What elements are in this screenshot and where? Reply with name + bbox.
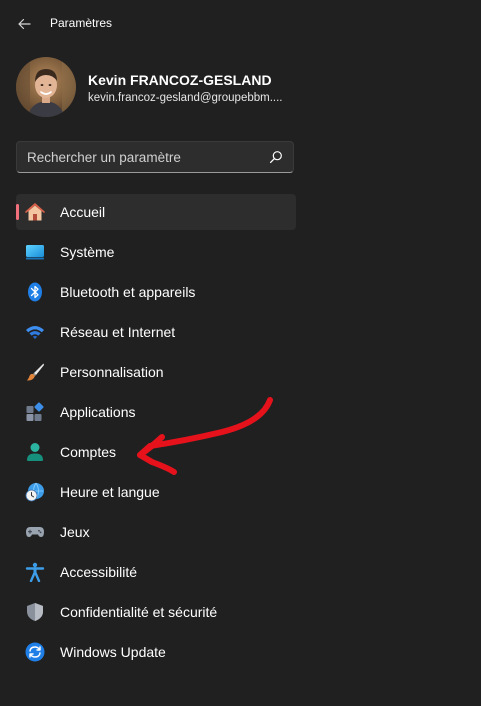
nav-label: Accueil: [60, 204, 106, 220]
nav-label: Jeux: [60, 524, 90, 540]
brush-icon: [27, 363, 44, 381]
search-icon[interactable]: [269, 150, 283, 164]
nav-label: Bluetooth et appareils: [60, 284, 196, 300]
home-icon: [25, 203, 45, 221]
nav-item-applications[interactable]: Applications: [16, 394, 296, 430]
nav-label: Réseau et Internet: [60, 324, 176, 340]
clock-globe-icon: [25, 482, 44, 502]
nav-item-personnalisation[interactable]: Personnalisation: [16, 354, 296, 390]
nav-item-bluetooth[interactable]: Bluetooth et appareils: [16, 274, 296, 310]
settings-window: Paramètres Kevin FRANCOZ-GESLAND kevin.f…: [0, 0, 481, 706]
nav-item-reseau[interactable]: Réseau et Internet: [16, 314, 296, 350]
gamepad-icon: [26, 527, 44, 537]
nav-item-accueil[interactable]: Accueil: [16, 194, 296, 230]
nav-label: Comptes: [60, 444, 117, 460]
wifi-icon: [26, 326, 44, 339]
nav-item-comptes[interactable]: Comptes: [16, 434, 296, 470]
user-name: Kevin FRANCOZ-GESLAND: [88, 72, 272, 88]
nav-label: Système: [60, 244, 115, 260]
nav-label: Heure et langue: [60, 484, 160, 500]
account-icon: [27, 443, 43, 461]
user-profile[interactable]: Kevin FRANCOZ-GESLAND kevin.francoz-gesl…: [16, 57, 466, 117]
window-title: Paramètres: [50, 16, 113, 30]
avatar[interactable]: [16, 57, 76, 117]
windows-update-icon: [25, 642, 45, 662]
nav-item-heure-langue[interactable]: Heure et langue: [16, 474, 296, 510]
nav-item-confidentialite[interactable]: Confidentialité et sécurité: [16, 594, 296, 630]
nav-label: Accessibilité: [60, 564, 138, 580]
nav-label: Personnalisation: [60, 364, 164, 380]
search-box[interactable]: [16, 141, 294, 173]
settings-nav: Accueil Système Bluetooth et appareils R…: [16, 194, 296, 674]
selection-indicator: [16, 204, 19, 220]
back-arrow-icon: [18, 18, 31, 30]
back-button[interactable]: [10, 10, 38, 38]
nav-item-jeux[interactable]: Jeux: [16, 514, 296, 550]
nav-item-systeme[interactable]: Système: [16, 234, 296, 270]
system-icon: [26, 245, 44, 260]
nav-label: Confidentialité et sécurité: [60, 604, 218, 620]
nav-item-accessibilite[interactable]: Accessibilité: [16, 554, 296, 590]
title-bar: Paramètres: [0, 0, 481, 48]
shield-icon: [27, 603, 43, 621]
apps-icon: [26, 402, 44, 421]
nav-label: Windows Update: [60, 644, 166, 660]
search-input[interactable]: [17, 142, 267, 172]
user-email: kevin.francoz-gesland@groupebbm....: [88, 92, 283, 104]
bluetooth-icon: [28, 282, 42, 302]
avatar-photo: [16, 57, 76, 117]
nav-label: Applications: [60, 404, 136, 420]
nav-item-windows-update[interactable]: Windows Update: [16, 634, 296, 670]
accessibility-icon: [25, 562, 45, 582]
